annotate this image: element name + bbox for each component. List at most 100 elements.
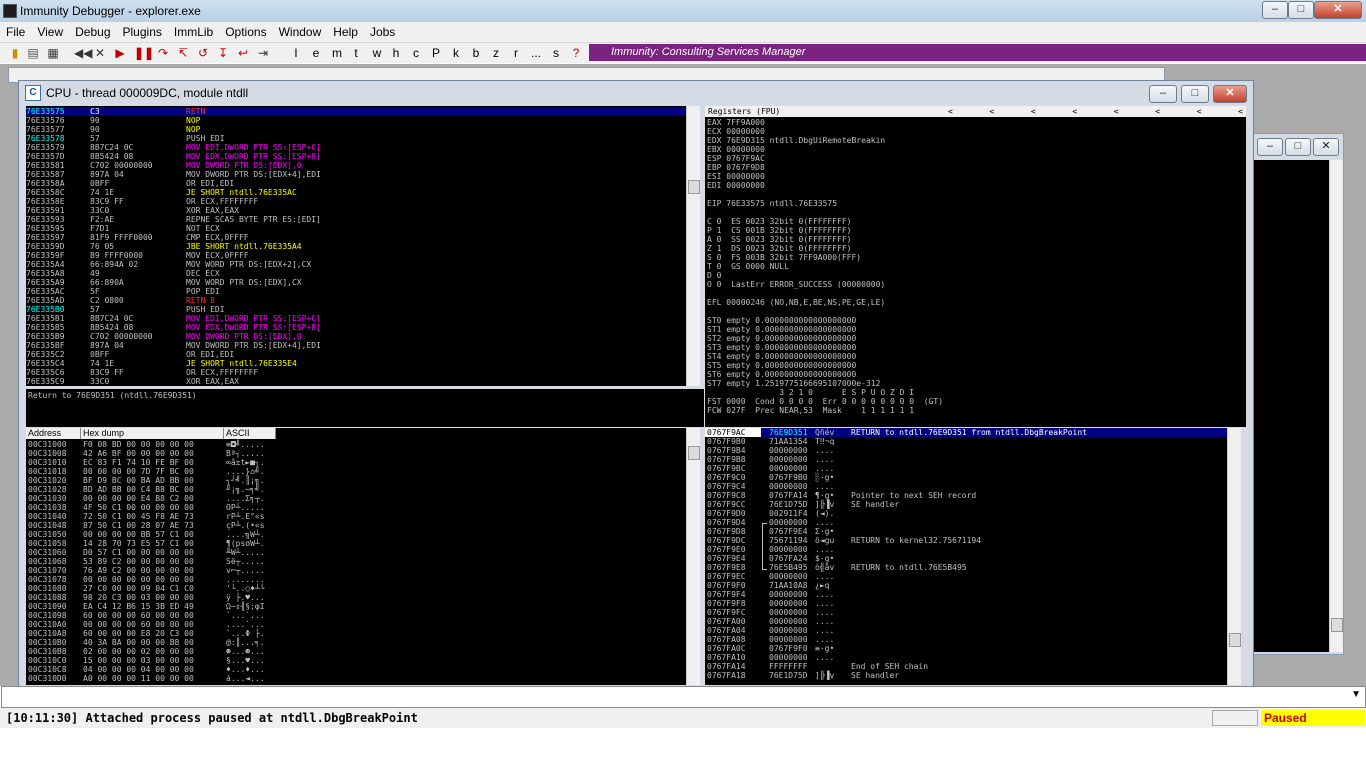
disasm-row[interactable]: 76E335B1 8B7C24 0C MOV EDI,DWORD PTR SS:[E… — [26, 314, 686, 323]
disasm-row[interactable]: 76E33577 90 NOP — [26, 125, 686, 134]
step-into-icon[interactable]: ↷ — [156, 45, 170, 61]
stack-scrollbar[interactable] — [1227, 428, 1241, 685]
register-line[interactable]: ST1 empty 0.0000000000000000000 — [707, 325, 943, 334]
register-line[interactable]: O 0 LastErr ERROR_SUCCESS (00000000) — [707, 280, 943, 289]
dump-row[interactable]: 00C31050 00 00 00 00 BB 57 C1 00 ....╗W┴. — [28, 530, 265, 539]
disasm-row[interactable]: 76E3359F B9 FFFF0000 MOV ECX,0FFFF — [26, 251, 686, 260]
minimize-button[interactable]: – — [1262, 1, 1288, 19]
dump-scroll-thumb[interactable] — [688, 446, 700, 460]
disasm-row[interactable]: 76E33597 81F9 FFFF0000 CMP ECX,0FFFF — [26, 233, 686, 242]
toolbar-help[interactable]: ? — [570, 45, 582, 61]
toolbar-c[interactable]: c — [410, 45, 422, 61]
dump-header-hex[interactable]: Hex dump — [81, 428, 224, 439]
dump-row[interactable]: 00C310B8 02 00 00 00 02 00 00 00 ☻...☻... — [28, 647, 265, 656]
disasm-row[interactable]: 76E3358A 0BFF OR EDI,EDI — [26, 179, 686, 188]
disasm-row[interactable]: 76E33575 C3 RETN — [26, 107, 686, 116]
dump-row[interactable]: 00C31038 4F 50 C1 00 00 00 00 00 OP┴..... — [28, 503, 265, 512]
dump-pane[interactable]: Address Hex dump ASCII 00C31000 F0 08 BD … — [26, 428, 686, 685]
toolbar-z[interactable]: z — [490, 45, 502, 61]
open-icon[interactable]: ▮ — [8, 45, 22, 61]
register-line[interactable]: C 0 ES 0023 32bit 0(FFFFFFFF) — [707, 217, 943, 226]
execute-till-return-icon[interactable]: ↩ — [236, 45, 250, 61]
disasm-row[interactable]: 76E33579 8B7C24 0C MOV EDI,DWORD PTR SS:[E… — [26, 143, 686, 152]
maximize-button[interactable]: □ — [1288, 1, 1314, 19]
trace-over-icon[interactable]: ↧ — [216, 45, 230, 61]
dump-row[interactable]: 00C31060 D0 57 C1 00 00 00 00 00 ╨W┴..... — [28, 548, 265, 557]
stack-row[interactable]: 0767F9C4 00000000.... — [705, 482, 1227, 491]
toolbar-p[interactable]: P — [430, 45, 442, 61]
command-dropdown-icon[interactable]: ▼ — [1351, 689, 1361, 700]
menu-debug[interactable]: Debug — [69, 22, 116, 39]
stack-scroll-thumb[interactable] — [1229, 633, 1241, 647]
stack-row[interactable]: 0767F9BC 00000000.... — [705, 464, 1227, 473]
stack-row[interactable]: 0767F9F0 71AA10A8 ¿►q — [705, 581, 1227, 590]
rewind-icon[interactable]: ◀◀ — [74, 45, 92, 61]
stack-row[interactable]: 0767F9CC 76E1D75D]╠▐v SE handler — [705, 500, 1227, 509]
toolbar-e[interactable]: e — [310, 45, 322, 61]
dump-row[interactable]: 00C31008 42 A6 BF 00 00 00 00 00 Bª┐..... — [28, 449, 265, 458]
dump-row[interactable]: 00C310C8 04 00 00 00 04 00 00 00 ♦...♦... — [28, 665, 265, 674]
register-line[interactable]: D 0 — [707, 271, 943, 280]
disasm-row[interactable]: 76E3359D 76 05 JBE SHORT ntdll.76E335A4 — [26, 242, 686, 251]
disasm-row[interactable]: 76E335C6 83C9 FF OR ECX,FFFFFFFF — [26, 368, 686, 377]
toolbar-h[interactable]: h — [390, 45, 402, 61]
disasm-row[interactable]: 76E3358E 83C9 FF OR ECX,FFFFFFFF — [26, 197, 686, 206]
dump-row[interactable]: 00C31028 BD AD BB 00 C4 B8 BC 00 ╜¡╗.─╕╝. — [28, 485, 265, 494]
dump-header-ascii[interactable]: ASCII — [224, 428, 276, 439]
run-icon[interactable]: ▶ — [114, 45, 126, 61]
disasm-row[interactable]: 76E33593 F2:AE REPNE SCAS BYTE PTR ES:[EDI… — [26, 215, 686, 224]
recent-icon[interactable]: ▤ — [26, 45, 40, 61]
menu-plugins[interactable]: Plugins — [117, 22, 168, 39]
restart-icon[interactable]: ▦ — [46, 45, 60, 61]
stack-pane[interactable]: 0767F9AC 76E9D351 Qñév RETURN to ntdll.76E9… — [705, 428, 1227, 685]
stack-row[interactable]: 0767F9D4 00000000.... — [705, 518, 1227, 527]
stack-row[interactable]: 0767F9F8 00000000.... — [705, 599, 1227, 608]
bg-close-button[interactable]: ✕ — [1313, 138, 1339, 156]
stack-row[interactable]: 0767F9D8 0767F9E4 Σ·g• — [705, 527, 1227, 536]
cpu-maximize-button[interactable]: □ — [1181, 85, 1209, 103]
command-bar[interactable]: ▼ — [1, 686, 1366, 708]
register-line[interactable]: Z 1 DS 0023 32bit 0(FFFFFFFF) — [707, 244, 943, 253]
register-line[interactable]: ECX 00000000 — [707, 127, 943, 136]
register-line[interactable]: ST4 empty 0.0000000000000000000 — [707, 352, 943, 361]
dump-row[interactable]: 00C310A0 00 00 00 00 60 00 00 00 ....`... — [28, 620, 265, 629]
stack-row[interactable]: 0767FA0C 0767F9F0 ≡·g• — [705, 644, 1227, 653]
disasm-row[interactable]: 76E33576 90 NOP — [26, 116, 686, 125]
register-line[interactable]: EIP 76E33575 ntdll.76E33575 — [707, 199, 943, 208]
menu-window[interactable]: Window — [273, 22, 328, 39]
register-line[interactable]: EDI 00000000 — [707, 181, 943, 190]
stack-row[interactable]: 0767F9C0 0767F9B0 ░·g• — [705, 473, 1227, 482]
cpu-close-button[interactable]: ✕ — [1213, 85, 1247, 103]
dump-row[interactable]: 00C310A8 60 00 00 00 E8 20 C3 00 `...Φ ├. — [28, 629, 265, 638]
stack-row[interactable]: 0767FA10 00000000.... — [705, 653, 1227, 662]
bg-scroll-thumb[interactable] — [1331, 618, 1343, 632]
stack-row[interactable]: 0767F9E4 0767FA24 $·g• — [705, 554, 1227, 563]
stack-row[interactable]: 0767F9DC 75671194 ö◄gu RETURN to kernel32.7… — [705, 536, 1227, 545]
register-line[interactable] — [707, 289, 943, 298]
dump-row[interactable]: 00C310B0 40 3A BA 00 00 00 B8 00 @:║...╕. — [28, 638, 265, 647]
dump-row[interactable]: 00C31020 BF D9 BC 00 BA AD BB 00 ┐┘╝.║¡╗. — [28, 476, 265, 485]
stack-row[interactable]: 0767F9C8 0767FA14 ¶·g• Pointer to next SEH … — [705, 491, 1227, 500]
stack-row[interactable]: 0767F9EC 00000000.... — [705, 572, 1227, 581]
disasm-row[interactable]: 76E335A4 66:894A 02 MOV WORD PTR DS:[EDX+2… — [26, 260, 686, 269]
register-line[interactable]: ST6 empty 0.0000000000000000000 — [707, 370, 943, 379]
registers-pane[interactable]: Registers (FPU) < < < < < < < < < < EAX … — [705, 106, 1246, 427]
register-line[interactable]: EAX 7FF9A000 — [707, 118, 943, 127]
dump-row[interactable]: 00C31098 60 00 00 00 60 00 00 00 `...`... — [28, 611, 265, 620]
disasm-row[interactable]: 76E335C4 74 1E JE SHORT ntdll.76E335E4 — [26, 359, 686, 368]
dump-row[interactable]: 00C31070 76 A9 C2 00 00 00 00 00 v⌐┬..... — [28, 566, 265, 575]
register-line[interactable]: ST3 empty 0.0000000000000000000 — [707, 343, 943, 352]
register-line[interactable]: S 0 FS 003B 32bit 7FF9A000(FFF) — [707, 253, 943, 262]
dump-row[interactable]: 00C31090 EA C4 12 B6 15 3B ED 49 Ω─↕╢§;φI — [28, 602, 265, 611]
disasm-row[interactable]: 76E335C2 0BFF OR EDI,EDI — [26, 350, 686, 359]
toolbar-w[interactable]: w — [370, 45, 384, 61]
dump-row[interactable]: 00C31068 53 89 C2 00 00 00 00 00 Së┬..... — [28, 557, 265, 566]
stack-row[interactable]: 0767FA04 00000000.... — [705, 626, 1227, 635]
dump-row[interactable]: 00C31010 EC 83 F1 74 10 FE BF 00 ∞â±t►■┐. — [28, 458, 265, 467]
register-line[interactable]: 3 2 1 0 E S P U O Z D I — [707, 388, 943, 397]
disasm-row[interactable]: 76E335A9 66:890A MOV WORD PTR DS:[EDX],CX — [26, 278, 686, 287]
toolbar-m[interactable]: m — [330, 45, 344, 61]
disasm-row[interactable]: 76E335BF 897A 04 MOV DWORD PTR DS:[EDX+4],… — [26, 341, 686, 350]
bg-window-scrollbar[interactable] — [1329, 160, 1343, 652]
register-line[interactable]: EBX 00000000 — [707, 145, 943, 154]
